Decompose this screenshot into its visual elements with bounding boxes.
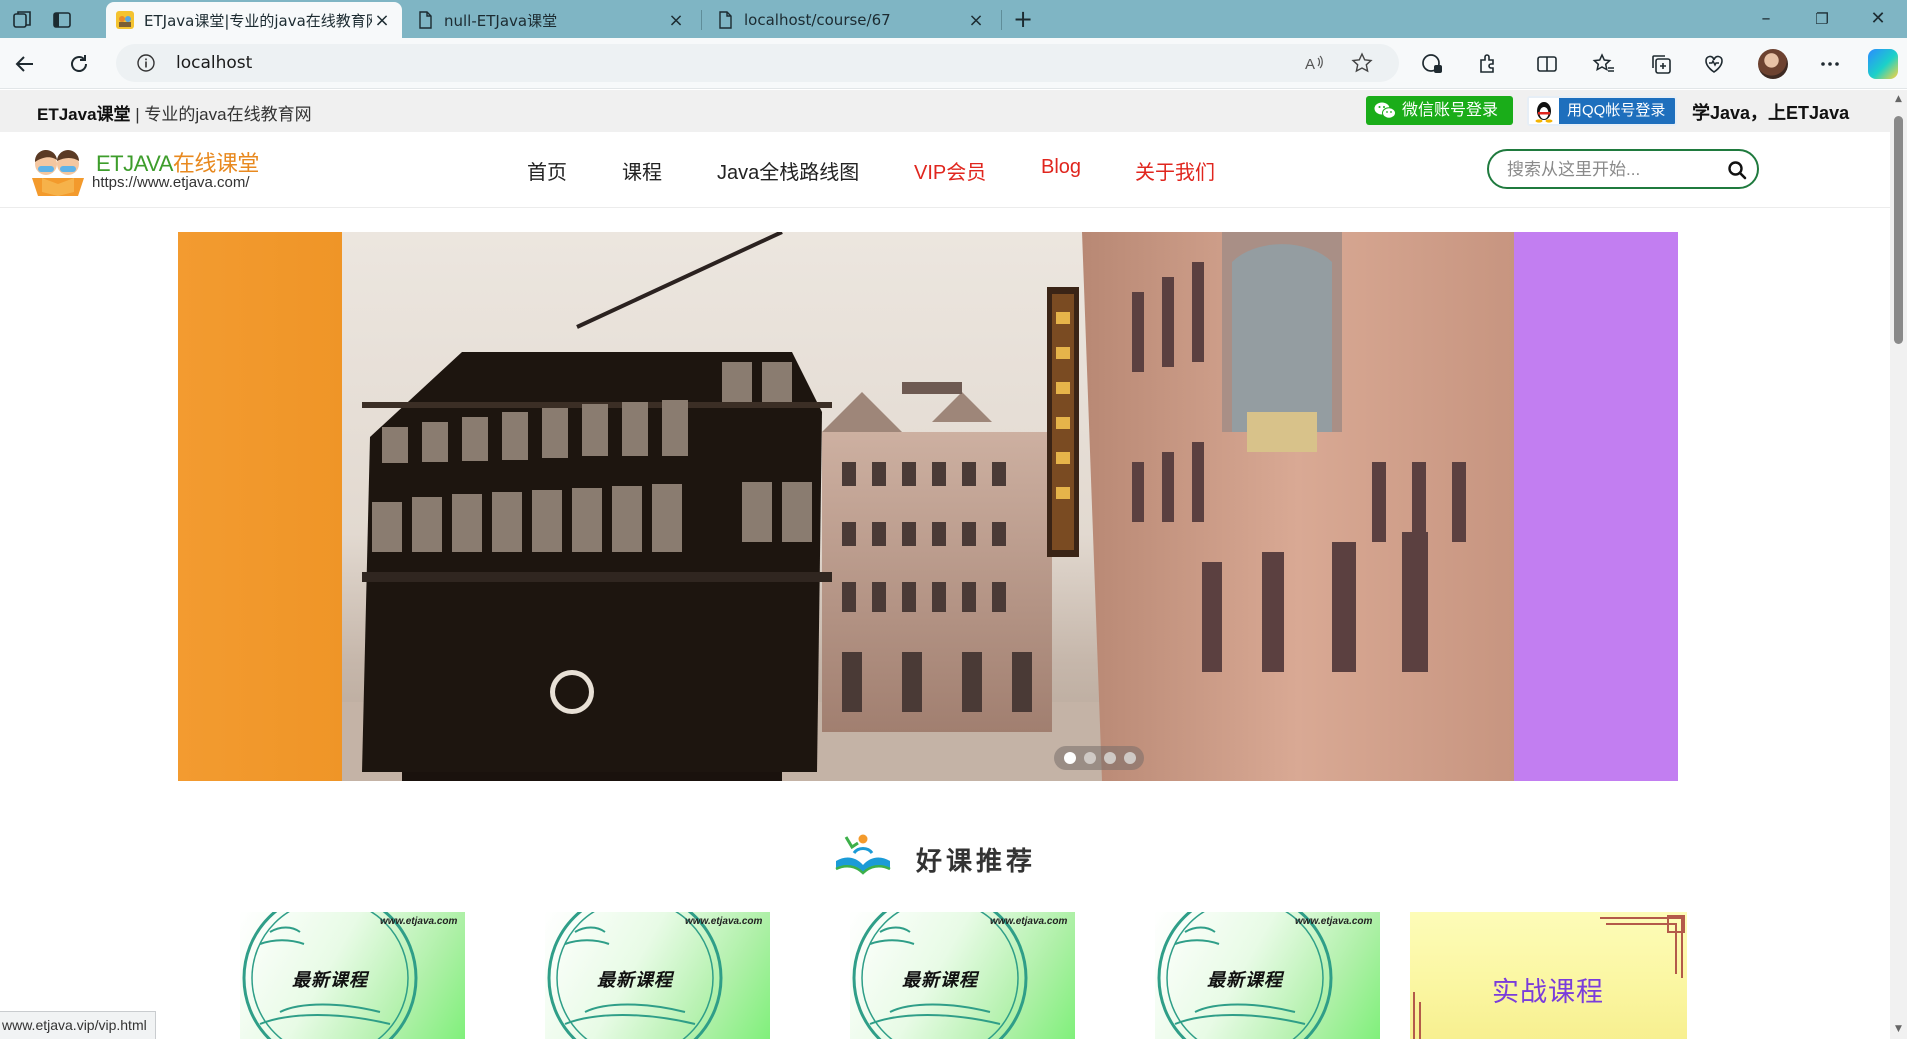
etjava-favicon-icon <box>116 11 134 29</box>
page-scrollbar[interactable]: ▲ ▼ <box>1890 90 1907 1039</box>
search-input[interactable] <box>1507 158 1717 182</box>
course-card[interactable]: www.etjava.com 最新课程 <box>850 912 1075 1039</box>
logo-latin: ETJAVA <box>96 151 173 176</box>
kids-reading-logo-icon <box>32 149 84 196</box>
close-tab-icon[interactable]: × <box>666 10 686 31</box>
close-tab-icon[interactable]: × <box>966 10 986 31</box>
qq-penguin-icon <box>1529 98 1559 124</box>
logo-cn: 在线课堂 <box>172 151 260 176</box>
more-options-icon[interactable] <box>1818 52 1842 76</box>
course-card[interactable]: www.etjava.com 最新课程 <box>1155 912 1380 1039</box>
carousel-dot-1[interactable] <box>1064 752 1076 764</box>
site-slogan: 学Java，上ETJava <box>1692 103 1850 123</box>
collections-icon[interactable] <box>1649 52 1673 76</box>
brand-name: ETJava课堂 <box>37 105 131 124</box>
close-window-button[interactable]: ✕ <box>1858 6 1898 32</box>
tram-street-photo <box>342 232 1514 781</box>
section-heading: 好课推荐 <box>834 831 1054 881</box>
tab-title: localhost/course/67 <box>744 11 891 29</box>
page-icon <box>419 11 432 29</box>
tab-title: null-ETJava课堂 <box>444 11 558 30</box>
refresh-icon[interactable] <box>65 50 93 78</box>
tab-etjava-home[interactable]: ETJava课堂|专业的java在线教育网 × <box>106 2 402 38</box>
course-card[interactable]: www.etjava.com 最新课程 <box>240 912 465 1039</box>
extensions-icon[interactable] <box>1476 52 1500 76</box>
profile-avatar[interactable] <box>1758 49 1788 79</box>
course-card[interactable]: www.etjava.com 最新课程 <box>545 912 770 1039</box>
card-site: www.etjava.com <box>990 916 1068 927</box>
carousel-prev-slide[interactable] <box>178 232 342 781</box>
open-book-reader-icon <box>835 834 891 875</box>
tab-course-67[interactable]: localhost/course/67 × <box>706 2 996 38</box>
menu-vip[interactable]: VIP会员 <box>914 156 986 185</box>
scrollbar-thumb[interactable] <box>1894 116 1903 344</box>
menu-about[interactable]: 关于我们 <box>1135 156 1215 185</box>
carousel-slide-tram-photo[interactable] <box>342 232 1514 781</box>
svg-text:A: A <box>1305 56 1315 73</box>
card-label: 最新课程 <box>597 970 673 990</box>
web-page: ETJava课堂 | 专业的java在线教育网 微信账号登录 用QQ帐号登录 学… <box>0 90 1890 1039</box>
split-screen-icon[interactable] <box>1535 52 1559 76</box>
card-label: 最新课程 <box>902 970 978 990</box>
vertical-tabs-icon[interactable] <box>50 8 74 32</box>
wechat-icon <box>1374 102 1396 119</box>
url-text: localhost <box>176 53 253 73</box>
menu-blog[interactable]: Blog <box>1041 156 1081 179</box>
card-label: 实战课程 <box>1492 977 1604 1007</box>
carousel-dot-4[interactable] <box>1124 752 1136 764</box>
new-tab-button[interactable]: + <box>1003 6 1043 32</box>
brand-tagline: | 专业的java在线教育网 <box>130 105 312 124</box>
practical-course-card[interactable]: 实战课程 <box>1410 912 1687 1039</box>
back-icon[interactable] <box>11 50 39 78</box>
carousel-dot-2[interactable] <box>1084 752 1096 764</box>
url-field[interactable]: localhost A <box>116 44 1399 82</box>
logo-url: https://www.etjava.com/ <box>92 174 250 191</box>
carousel-next-slide[interactable] <box>1514 232 1678 781</box>
tab-separator <box>701 10 702 30</box>
page-icon <box>719 11 732 29</box>
card-site: www.etjava.com <box>1295 916 1373 927</box>
site-logo[interactable]: ETJAVA在线课堂 https://www.etjava.com/ <box>28 142 278 198</box>
tab-title: ETJava课堂|专业的java在线教育网 <box>144 11 372 30</box>
card-label: 最新课程 <box>292 970 368 990</box>
menu-roadmap[interactable]: Java全栈路线图 <box>717 156 859 185</box>
card-site: www.etjava.com <box>380 916 458 927</box>
status-bar-link-preview: www.etjava.vip/vip.html <box>0 1011 156 1039</box>
top-info-strip: ETJava课堂 | 专业的java在线教育网 微信账号登录 用QQ帐号登录 学… <box>0 90 1890 132</box>
menu-courses[interactable]: 课程 <box>622 156 662 185</box>
search-icon[interactable] <box>1727 160 1747 180</box>
carousel-dot-3[interactable] <box>1104 752 1116 764</box>
copilot-icon[interactable] <box>1868 49 1898 79</box>
card-label: 最新课程 <box>1207 970 1283 990</box>
card-site: www.etjava.com <box>685 916 763 927</box>
address-bar: localhost A <box>0 38 1907 89</box>
site-brand-line: ETJava课堂 | 专业的java在线教育网 <box>37 100 312 125</box>
browser-tab-bar: ETJava课堂|专业的java在线教育网 × null-ETJava课堂 × … <box>0 0 1907 38</box>
site-search-box <box>1487 149 1759 189</box>
scroll-up-arrow-icon[interactable]: ▲ <box>1893 94 1904 104</box>
menu-home[interactable]: 首页 <box>527 156 567 185</box>
site-info-icon[interactable] <box>136 53 156 73</box>
scroll-down-arrow-icon[interactable]: ▼ <box>1893 1024 1904 1034</box>
qq-login-button[interactable]: 用QQ帐号登录 <box>1527 96 1677 126</box>
favorites-icon[interactable] <box>1592 52 1616 76</box>
qq-login-label: 用QQ帐号登录 <box>1567 102 1666 119</box>
site-header: ETJAVA在线课堂 https://www.etjava.com/ 首页 课程… <box>0 132 1890 208</box>
wechat-login-label: 微信账号登录 <box>1402 102 1499 119</box>
banner-carousel[interactable] <box>178 232 1678 781</box>
restore-button[interactable]: ❐ <box>1802 6 1842 32</box>
read-aloud-icon[interactable]: A <box>1303 52 1325 74</box>
favorite-star-icon[interactable] <box>1351 52 1373 74</box>
minimize-button[interactable]: – <box>1746 6 1786 32</box>
workspaces-icon[interactable] <box>10 8 34 32</box>
close-tab-icon[interactable]: × <box>372 10 392 31</box>
tab-null-etjava[interactable]: null-ETJava课堂 × <box>406 2 696 38</box>
browser-essentials-icon[interactable] <box>1702 52 1726 76</box>
wechat-login-button[interactable]: 微信账号登录 <box>1366 96 1513 125</box>
tab-separator <box>1001 10 1002 30</box>
carousel-indicators <box>1054 746 1144 770</box>
password-manager-icon[interactable] <box>1420 52 1444 76</box>
section-title: 好课推荐 <box>916 846 1037 876</box>
